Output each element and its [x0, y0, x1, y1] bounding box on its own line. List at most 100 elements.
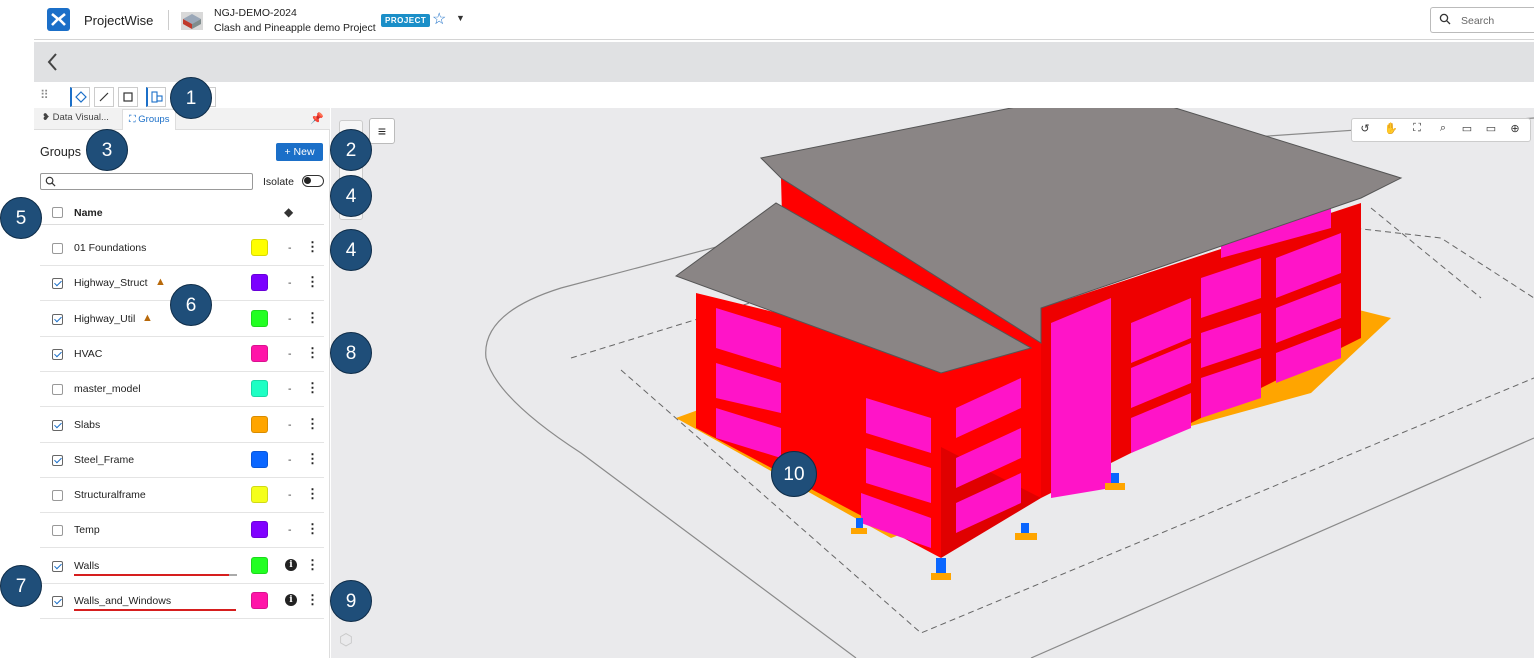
- more-options-icon[interactable]: ⋮: [306, 521, 319, 537]
- status-dash: -: [288, 312, 292, 325]
- group-row[interactable]: HVAC - ⋮: [40, 337, 324, 372]
- color-swatch[interactable]: [251, 380, 268, 398]
- more-options-icon[interactable]: ⋮: [306, 274, 319, 290]
- group-checkbox[interactable]: [52, 278, 63, 290]
- tab-groups[interactable]: ⛶ Groups: [122, 109, 177, 130]
- callout-5: 5: [0, 197, 42, 239]
- search-icon: [45, 176, 56, 187]
- group-row[interactable]: Walls_and_Windows i ⋮: [40, 584, 324, 619]
- warning-icon[interactable]: ▲: [155, 276, 166, 288]
- section-icon[interactable]: ▭: [1458, 122, 1476, 135]
- search-input[interactable]: Search: [1430, 7, 1534, 33]
- group-checkbox[interactable]: [52, 348, 63, 360]
- tab-label: Data Visual...: [52, 112, 109, 123]
- line-icon[interactable]: [94, 87, 114, 107]
- callout-7: 7: [0, 565, 42, 607]
- new-group-button[interactable]: + New: [276, 143, 323, 161]
- pin-icon[interactable]: 📌: [310, 112, 324, 125]
- status-dash: -: [288, 347, 292, 360]
- more-options-icon[interactable]: ⋮: [306, 345, 319, 361]
- app-name[interactable]: ProjectWise: [84, 13, 153, 28]
- group-row[interactable]: Temp - ⋮: [40, 513, 324, 549]
- group-row[interactable]: 01 Foundations - ⋮: [40, 231, 324, 266]
- more-options-icon[interactable]: ⋮: [306, 239, 319, 255]
- group-row[interactable]: Structuralframe - ⋮: [40, 478, 324, 514]
- more-options-icon[interactable]: ⋮: [306, 557, 319, 573]
- more-options-icon[interactable]: ⋮: [306, 380, 319, 396]
- group-row[interactable]: master_model - ⋮: [40, 372, 324, 408]
- more-options-icon[interactable]: ⋮: [306, 416, 319, 432]
- color-swatch[interactable]: [251, 556, 268, 574]
- visibility-column-icon[interactable]: ◆: [284, 205, 293, 219]
- data-visual-icon: ❥: [42, 112, 50, 123]
- group-name: Highway_Struct: [74, 277, 148, 290]
- highlight-underline-end: [229, 573, 237, 576]
- more-options-icon[interactable]: ⋮: [306, 451, 319, 467]
- rotate-icon[interactable]: ↺: [1356, 122, 1374, 135]
- navigation-bar: [34, 42, 1534, 82]
- top-header: ProjectWise NGJ-DEMO-2024 Clash and Pine…: [34, 0, 1534, 40]
- column-header-name[interactable]: Name: [74, 207, 103, 219]
- favorite-star-icon[interactable]: ☆: [432, 9, 446, 29]
- pan-hand-icon[interactable]: ✋: [1382, 122, 1400, 135]
- project-badge: PROJECT: [381, 14, 431, 27]
- chevron-down-icon[interactable]: ▼: [456, 13, 465, 23]
- warning-icon[interactable]: ▲: [142, 312, 153, 324]
- group-checkbox[interactable]: [52, 419, 63, 431]
- drag-handle-icon[interactable]: ⠿: [40, 88, 49, 102]
- color-swatch[interactable]: [251, 415, 268, 433]
- group-checkbox[interactable]: [52, 560, 63, 572]
- section-box-icon[interactable]: ▭: [1482, 122, 1500, 135]
- group-checkbox[interactable]: [52, 454, 63, 466]
- 3d-viewport[interactable]: ≡ ↺ ✋ ⛶ ⌕ ▭ ▭ ⊕ ⬡: [331, 108, 1534, 658]
- more-options-icon[interactable]: ⋮: [306, 310, 319, 326]
- info-icon[interactable]: i: [285, 594, 297, 606]
- group-tool-icon[interactable]: [146, 87, 166, 107]
- group-filter-input[interactable]: [40, 173, 253, 190]
- menu-icon[interactable]: ≡: [369, 118, 395, 144]
- color-swatch[interactable]: [251, 344, 268, 362]
- color-swatch[interactable]: [251, 486, 268, 504]
- more-options-icon[interactable]: ⋮: [306, 592, 319, 608]
- group-checkbox[interactable]: [52, 243, 63, 254]
- search-icon: [1439, 13, 1451, 25]
- isolate-toggle[interactable]: [302, 175, 324, 187]
- group-name: HVAC: [74, 347, 103, 360]
- status-dash: -: [288, 489, 292, 502]
- zoom-window-icon[interactable]: ⌕: [1434, 122, 1452, 135]
- more-options-icon[interactable]: ⋮: [306, 486, 319, 502]
- group-row[interactable]: Slabs - ⋮: [40, 408, 324, 443]
- color-swatch[interactable]: [251, 450, 268, 468]
- rectangle-icon[interactable]: [118, 87, 138, 107]
- tab-label: Groups: [138, 114, 170, 125]
- group-checkbox[interactable]: [52, 384, 63, 396]
- group-name: Structuralframe: [74, 489, 146, 502]
- group-checkbox[interactable]: [52, 490, 63, 502]
- color-swatch[interactable]: [251, 521, 268, 539]
- color-swatch[interactable]: [251, 592, 268, 609]
- group-name: Slabs: [74, 418, 101, 431]
- tab-data-visualization[interactable]: ❥ Data Visual...: [42, 112, 109, 123]
- zoom-icon[interactable]: ⊕: [1506, 122, 1524, 135]
- group-checkbox[interactable]: [52, 313, 63, 325]
- callout-8: 8: [330, 332, 372, 374]
- group-row[interactable]: Steel_Frame - ⋮: [40, 443, 324, 478]
- info-icon[interactable]: i: [285, 558, 297, 571]
- group-row[interactable]: Walls i ⋮: [40, 549, 324, 584]
- group-checkbox[interactable]: [52, 525, 63, 537]
- select-icon[interactable]: [70, 87, 90, 107]
- building-model[interactable]: [331, 108, 1534, 658]
- group-checkbox[interactable]: [52, 596, 63, 607]
- color-swatch[interactable]: [251, 309, 268, 327]
- callout-10: 10: [771, 451, 817, 497]
- color-swatch[interactable]: [251, 274, 268, 292]
- color-swatch[interactable]: [251, 239, 268, 256]
- view-cube-icon[interactable]: ⬡: [339, 630, 353, 650]
- back-arrow-icon[interactable]: [46, 52, 60, 77]
- select-all-checkbox[interactable]: [52, 207, 63, 218]
- status-dash: -: [288, 242, 292, 254]
- projectwise-logo-icon[interactable]: [47, 8, 70, 31]
- tool-strip: ⠿: [34, 84, 1534, 108]
- fit-view-icon[interactable]: ⛶: [1408, 122, 1426, 135]
- highlight-underline: [74, 573, 229, 576]
